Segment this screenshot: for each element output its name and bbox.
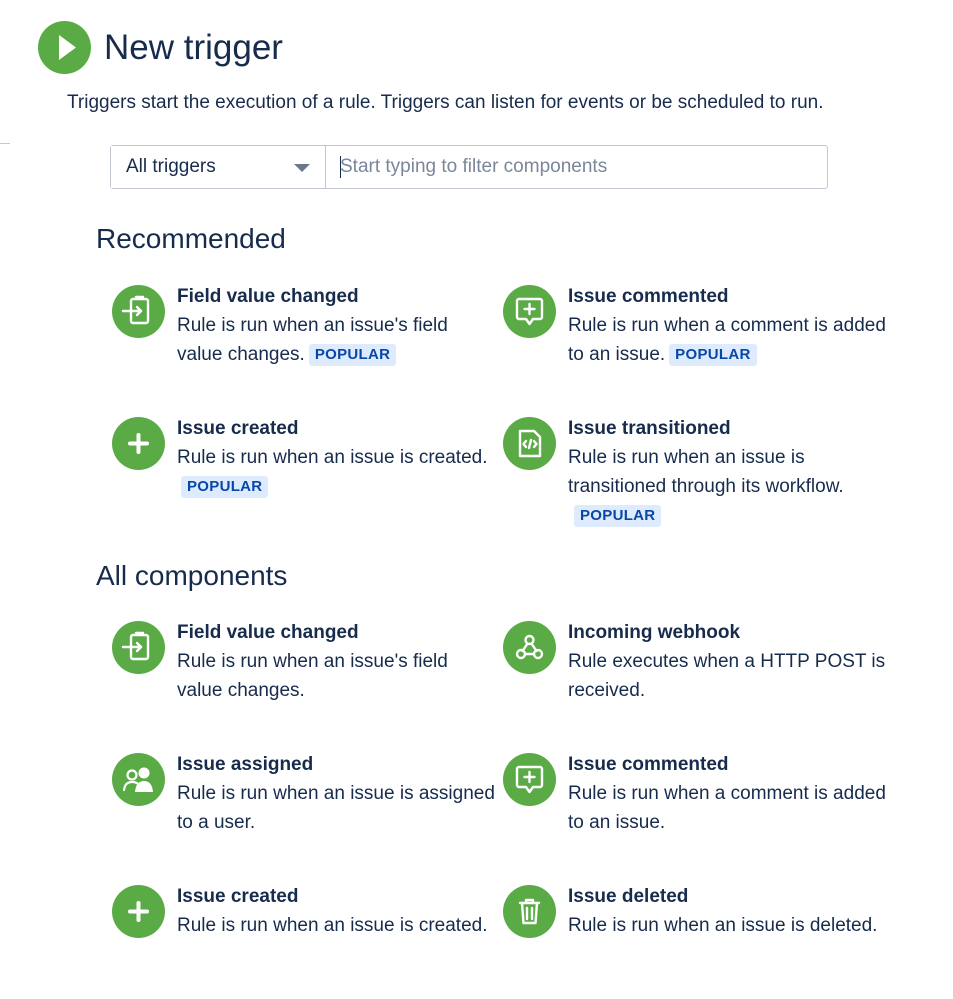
- card-title: Issue commented: [568, 286, 729, 307]
- divider: [0, 143, 10, 144]
- card-title: Issue created: [177, 418, 299, 439]
- popular-badge: POPULAR: [308, 344, 397, 366]
- card-title: Issue assigned: [177, 754, 314, 775]
- card-description: Rule is run when a comment is added to a…: [568, 783, 886, 833]
- popular-badge: POPULAR: [574, 505, 662, 527]
- page-title: New trigger: [104, 28, 283, 67]
- card-description: Rule is run when an issue is created.: [177, 915, 488, 936]
- card-description: Rule is run when an issue is transitione…: [568, 447, 844, 497]
- card-title: Issue transitioned: [568, 418, 731, 439]
- trigger-type-select[interactable]: All triggers: [111, 146, 326, 188]
- section-title-recommended: Recommended: [96, 223, 286, 254]
- card-title: Incoming webhook: [568, 622, 741, 643]
- chevron-down-icon: [294, 164, 310, 172]
- field-change-icon: [112, 621, 165, 674]
- text-cursor: [340, 156, 341, 178]
- transition-icon: [503, 417, 556, 470]
- field-change-icon: [112, 285, 165, 338]
- filter-bar: All triggers: [110, 145, 828, 189]
- popular-badge: POPULAR: [181, 476, 269, 498]
- filter-input[interactable]: [326, 146, 827, 188]
- plus-icon: [112, 417, 165, 470]
- webhook-icon: [503, 621, 556, 674]
- card-description: Rule executes when a HTTP POST is receiv…: [568, 651, 886, 701]
- card-description: Rule is run when an issue is deleted.: [568, 915, 878, 936]
- comment-icon: [503, 285, 556, 338]
- section-title-all-components: All components: [96, 560, 288, 591]
- users-icon: [112, 753, 165, 806]
- card-title: Field value changed: [177, 286, 359, 307]
- card-title: Issue created: [177, 886, 299, 907]
- card-title: Issue deleted: [568, 886, 689, 907]
- popular-badge: POPULAR: [669, 344, 757, 366]
- trash-icon: [503, 885, 556, 938]
- plus-icon: [112, 885, 165, 938]
- comment-icon: [503, 753, 556, 806]
- page-description: Triggers start the execution of a rule. …: [67, 92, 824, 113]
- card-description: Rule is run when an issue is assigned to…: [177, 783, 495, 833]
- card-title: Field value changed: [177, 622, 359, 643]
- play-icon: [38, 21, 91, 74]
- card-description: Rule is run when an issue's field value …: [177, 651, 448, 701]
- card-title: Issue commented: [568, 754, 729, 775]
- trigger-type-value: All triggers: [126, 156, 216, 177]
- card-description: Rule is run when an issue is created.: [177, 447, 488, 468]
